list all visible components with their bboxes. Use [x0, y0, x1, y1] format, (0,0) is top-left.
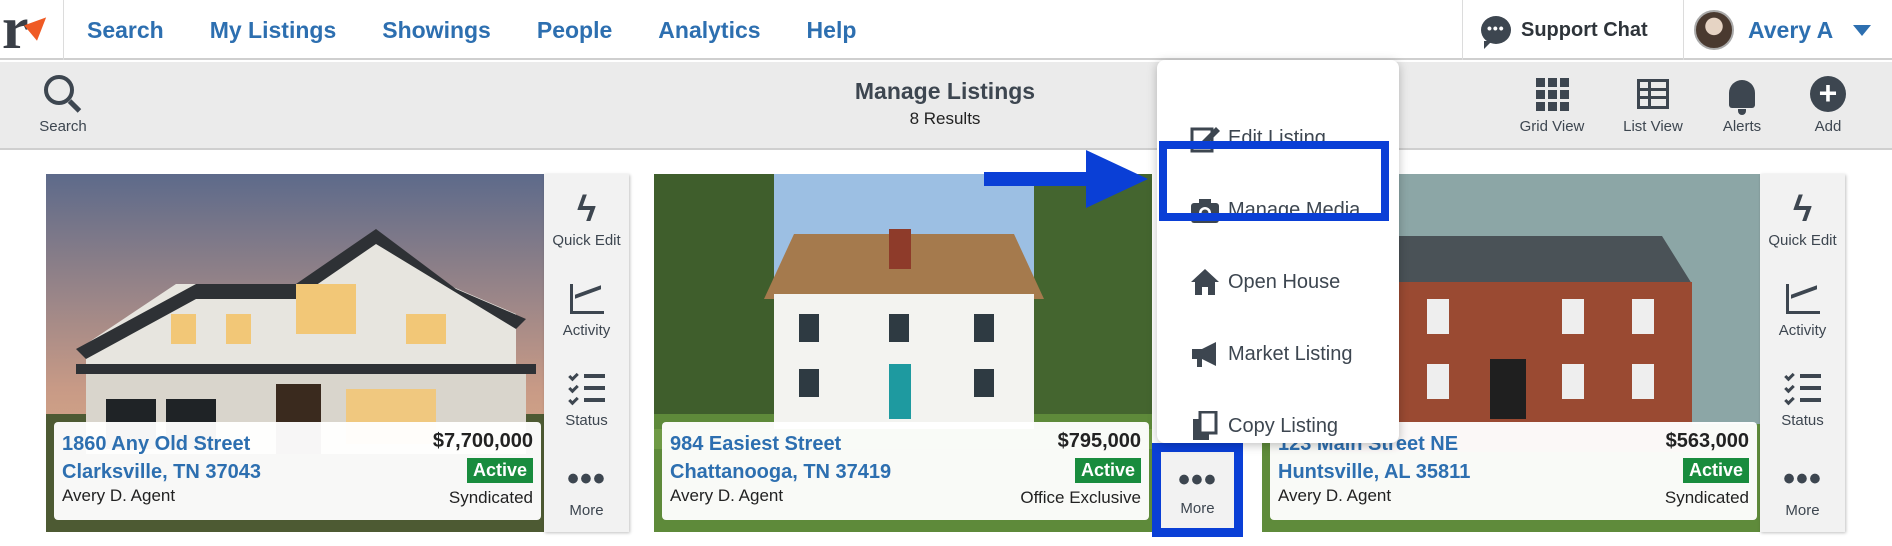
page-title: Manage Listings: [854, 78, 1036, 104]
alerts-button[interactable]: Alerts: [1702, 72, 1782, 135]
nav-my-listings[interactable]: My Listings: [210, 17, 337, 44]
add-button[interactable]: + Add: [1788, 72, 1868, 135]
menu-item-label: Open House: [1228, 270, 1341, 293]
results-count: 8 Results: [909, 109, 981, 128]
user-name: Avery A: [1748, 16, 1834, 43]
listing-address-line2[interactable]: Huntsville, AL 35811: [1278, 458, 1749, 486]
copy-icon: [1190, 411, 1220, 441]
more-label: More: [569, 502, 604, 519]
lightning-icon: ϟ: [1792, 188, 1813, 229]
quick-edit-label: Quick Edit: [552, 232, 621, 249]
status-label: Status: [565, 412, 608, 429]
highlight-frame: [1159, 141, 1389, 221]
menu-item-copy-listing[interactable]: Copy Listing: [1157, 396, 1399, 456]
status-button[interactable]: Status: [544, 368, 629, 429]
plus-icon: +: [1810, 76, 1846, 112]
listing-type: Syndicated: [1664, 488, 1749, 507]
user-menu[interactable]: Avery A: [1683, 0, 1872, 60]
quick-edit-button[interactable]: ϟ Quick Edit: [544, 188, 629, 250]
search-button[interactable]: Search: [23, 72, 103, 135]
status-button[interactable]: Status: [1760, 368, 1845, 429]
more-button[interactable]: ••• More: [544, 458, 629, 519]
nav-people[interactable]: People: [537, 17, 612, 44]
bell-icon: [1729, 80, 1755, 115]
activity-label: Activity: [562, 322, 611, 339]
pointer-arrow: [984, 172, 1094, 186]
arrow-icon: [1086, 150, 1148, 208]
add-label: Add: [1814, 118, 1842, 135]
status-badge: Active: [1682, 458, 1749, 483]
more-button[interactable]: ••• More: [1760, 458, 1845, 519]
search-icon: [44, 75, 74, 105]
nav-help[interactable]: Help: [807, 17, 857, 44]
more-dots-icon: •••: [1178, 461, 1217, 499]
listing-type: Office Exclusive: [1020, 488, 1141, 507]
list-icon: [1637, 79, 1669, 109]
menu-item-market-listing[interactable]: Market Listing: [1157, 324, 1399, 384]
main-nav: Search My Listings Showings People Analy…: [87, 0, 902, 60]
nav-analytics[interactable]: Analytics: [658, 17, 760, 44]
menu-item-open-house[interactable]: Open House: [1157, 252, 1399, 312]
lightning-icon: ϟ: [576, 188, 597, 229]
listings-toolbar: Search Manage Listings 8 Results Grid Vi…: [0, 62, 1892, 150]
listing-actions: ϟ Quick Edit Activity Status ••• More: [544, 174, 629, 532]
megaphone-icon: [1190, 339, 1220, 369]
list-view-label: List View: [1623, 118, 1683, 135]
more-actions-menu: Edit Listing Manage Media Open House Mar…: [1157, 60, 1399, 443]
listing-price: $7,700,000: [432, 430, 533, 452]
grid-icon: [1535, 77, 1569, 111]
listing-info: 984 Easiest Street Chattanooga, TN 37419…: [662, 422, 1149, 520]
list-view-button[interactable]: List View: [1613, 72, 1693, 135]
quick-edit-button[interactable]: ϟ Quick Edit: [1760, 188, 1845, 250]
more-dots-icon: •••: [1783, 460, 1822, 498]
nav-showings[interactable]: Showings: [382, 17, 491, 44]
more-label: More: [1785, 502, 1820, 519]
menu-item-label: Copy Listing: [1228, 414, 1339, 437]
top-nav: r Search My Listings Showings People Ana…: [0, 0, 1892, 61]
activity-button[interactable]: Activity: [544, 278, 629, 339]
more-label: More: [1180, 500, 1215, 517]
more-dots-icon: •••: [567, 460, 606, 498]
alerts-label: Alerts: [1722, 118, 1762, 135]
support-chat-label: Support Chat: [1521, 18, 1648, 41]
more-button[interactable]: ••• More: [1152, 443, 1243, 537]
listing-type: Syndicated: [448, 488, 533, 507]
activity-button[interactable]: Activity: [1760, 278, 1845, 339]
chat-bubble-icon: •••: [1481, 16, 1511, 49]
search-button-label: Search: [39, 118, 87, 135]
status-badge: Active: [466, 458, 533, 483]
menu-item-label: Market Listing: [1228, 342, 1353, 365]
chevron-down-icon: [1853, 24, 1872, 36]
quick-edit-label: Quick Edit: [1768, 232, 1837, 249]
avatar: [1694, 10, 1734, 50]
house-icon: [1190, 267, 1220, 297]
listing-info: 1860 Any Old Street Clarksville, TN 3704…: [54, 422, 541, 520]
grid-view-label: Grid View: [1519, 118, 1585, 135]
page-header: Manage Listings 8 Results: [790, 78, 1100, 129]
chart-icon: [569, 284, 604, 314]
grid-view-button[interactable]: Grid View: [1512, 72, 1592, 135]
listing-actions: ϟ Quick Edit Activity Status ••• More: [1760, 174, 1845, 532]
listing-price: $795,000: [1057, 430, 1141, 452]
nav-search[interactable]: Search: [87, 17, 164, 44]
support-chat-button[interactable]: ••• Support Chat: [1462, 0, 1648, 60]
listing-price: $563,000: [1665, 430, 1749, 452]
status-label: Status: [1781, 412, 1824, 429]
listing-address-line2[interactable]: Chattanooga, TN 37419: [670, 458, 1141, 486]
listing-address-line2[interactable]: Clarksville, TN 37043: [62, 458, 533, 486]
brand-logo[interactable]: r: [0, 0, 64, 61]
checklist-icon: [1783, 370, 1821, 407]
checklist-icon: [567, 370, 605, 407]
activity-label: Activity: [1778, 322, 1827, 339]
chart-icon: [1785, 284, 1820, 314]
status-badge: Active: [1074, 458, 1141, 483]
